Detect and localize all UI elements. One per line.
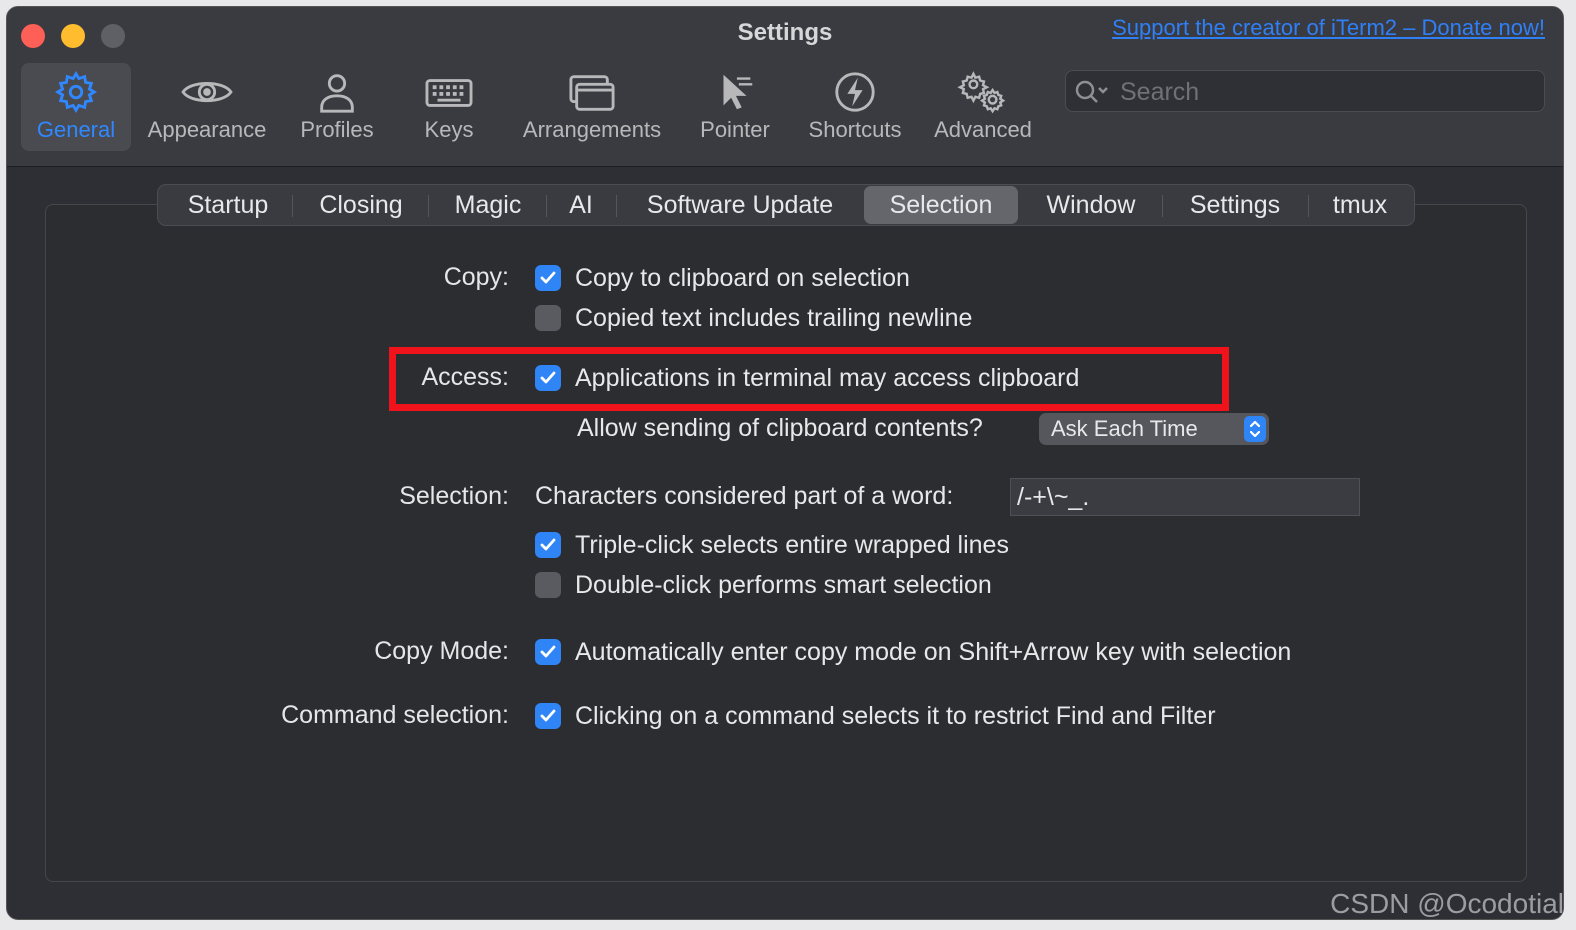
toolbar-label: Arrangements	[522, 117, 662, 142]
toolbar-general[interactable]: General	[21, 63, 131, 151]
tab-closing[interactable]: Closing	[296, 185, 426, 225]
toolbar-pointer[interactable]: Pointer	[693, 63, 777, 151]
selection-label: Selection:	[399, 482, 509, 510]
gears-icon	[929, 69, 1037, 117]
checkbox-label: Automatically enter copy mode on Shift+A…	[575, 637, 1292, 666]
tab-separator	[292, 195, 293, 217]
allow-sending-select[interactable]: Ask Each Time	[1039, 413, 1269, 445]
toolbar-profiles[interactable]: Profiles	[293, 63, 381, 151]
checkmark-icon	[540, 538, 556, 551]
select-value: Ask Each Time	[1051, 416, 1198, 441]
donate-link[interactable]: Support the creator of iTerm2 – Donate n…	[1112, 15, 1545, 41]
tab-separator	[546, 195, 547, 217]
toolbar-label: Profiles	[300, 117, 374, 142]
triple-click-row[interactable]: Triple-click selects entire wrapped line…	[535, 530, 1009, 560]
checkmark-icon	[540, 645, 556, 658]
double-click-row[interactable]: Double-click performs smart selection	[535, 570, 992, 600]
titlebar: Settings Support the creator of iTerm2 –…	[7, 7, 1563, 167]
tab-selection[interactable]: Selection	[864, 186, 1018, 224]
windows-icon	[515, 69, 669, 117]
tab-separator	[616, 195, 617, 217]
person-icon	[293, 69, 381, 117]
toolbar-appearance[interactable]: Appearance	[141, 63, 273, 151]
copy-to-clipboard-row[interactable]: Copy to clipboard on selection	[535, 263, 910, 293]
copy-label: Copy:	[443, 263, 509, 291]
toolbar-label: Pointer	[700, 117, 770, 142]
checkbox-label: Clicking on a command selects it to rest…	[575, 701, 1216, 730]
tab-settings[interactable]: Settings	[1164, 185, 1306, 225]
copy-mode-row[interactable]: Automatically enter copy mode on Shift+A…	[535, 637, 1291, 667]
copy-to-clipboard-checkbox[interactable]	[535, 265, 561, 291]
toolbar-keys[interactable]: Keys	[413, 63, 485, 151]
watermark: CSDN @Ocodotial	[1330, 888, 1564, 919]
toolbar-label: General	[36, 117, 116, 142]
checkmark-icon	[540, 271, 556, 284]
command-selection-label: Command selection:	[281, 701, 509, 729]
checkbox-label: Copied text includes trailing newline	[575, 303, 973, 332]
trailing-newline-row[interactable]: Copied text includes trailing newline	[535, 303, 972, 333]
search-field[interactable]	[1065, 70, 1545, 112]
allow-sending-label: Allow sending of clipboard contents?	[577, 414, 983, 442]
tab-ai[interactable]: AI	[548, 185, 614, 225]
toolbar-label: Shortcuts	[808, 117, 902, 142]
triple-click-checkbox[interactable]	[535, 532, 561, 558]
pointer-icon	[693, 69, 777, 117]
tab-tmux[interactable]: tmux	[1310, 185, 1410, 225]
checkmark-icon	[540, 709, 556, 722]
tab-magic[interactable]: Magic	[430, 185, 546, 225]
double-click-checkbox[interactable]	[535, 572, 561, 598]
tab-software-update[interactable]: Software Update	[618, 185, 862, 225]
checkbox-label: Triple-click selects entire wrapped line…	[575, 530, 1009, 559]
checkbox-label: Copy to clipboard on selection	[575, 263, 910, 292]
toolbar-label: Advanced	[934, 117, 1032, 142]
copy-mode-label: Copy Mode:	[374, 637, 509, 665]
word-characters-label: Characters considered part of a word:	[535, 482, 954, 510]
toolbar-advanced[interactable]: Advanced	[929, 63, 1037, 151]
eye-icon	[141, 69, 273, 117]
highlight-box	[389, 347, 1229, 411]
toolbar-label: Appearance	[147, 117, 267, 142]
tab-window[interactable]: Window	[1022, 185, 1160, 225]
bolt-icon	[801, 69, 909, 117]
keyboard-icon	[413, 69, 485, 117]
trailing-newline-checkbox[interactable]	[535, 305, 561, 331]
copy-mode-checkbox[interactable]	[535, 639, 561, 665]
command-selection-checkbox[interactable]	[535, 703, 561, 729]
search-icon	[1075, 80, 1108, 103]
gear-icon	[21, 69, 131, 117]
tab-bar: Startup Closing Magic AI Software Update…	[157, 184, 1415, 226]
tab-startup[interactable]: Startup	[168, 185, 288, 225]
word-characters-field[interactable]	[1010, 478, 1360, 516]
command-selection-row[interactable]: Clicking on a command selects it to rest…	[535, 701, 1216, 731]
settings-window: Settings Support the creator of iTerm2 –…	[6, 6, 1564, 920]
tab-separator	[1162, 195, 1163, 217]
search-input[interactable]	[1118, 75, 1532, 109]
toolbar-label: Keys	[424, 117, 474, 142]
updown-arrows-icon	[1244, 416, 1266, 442]
tab-separator	[1308, 195, 1309, 217]
toolbar-shortcuts[interactable]: Shortcuts	[801, 63, 909, 151]
checkbox-label: Double-click performs smart selection	[575, 570, 992, 599]
toolbar-arrangements[interactable]: Arrangements	[515, 63, 669, 151]
tab-separator	[428, 195, 429, 217]
